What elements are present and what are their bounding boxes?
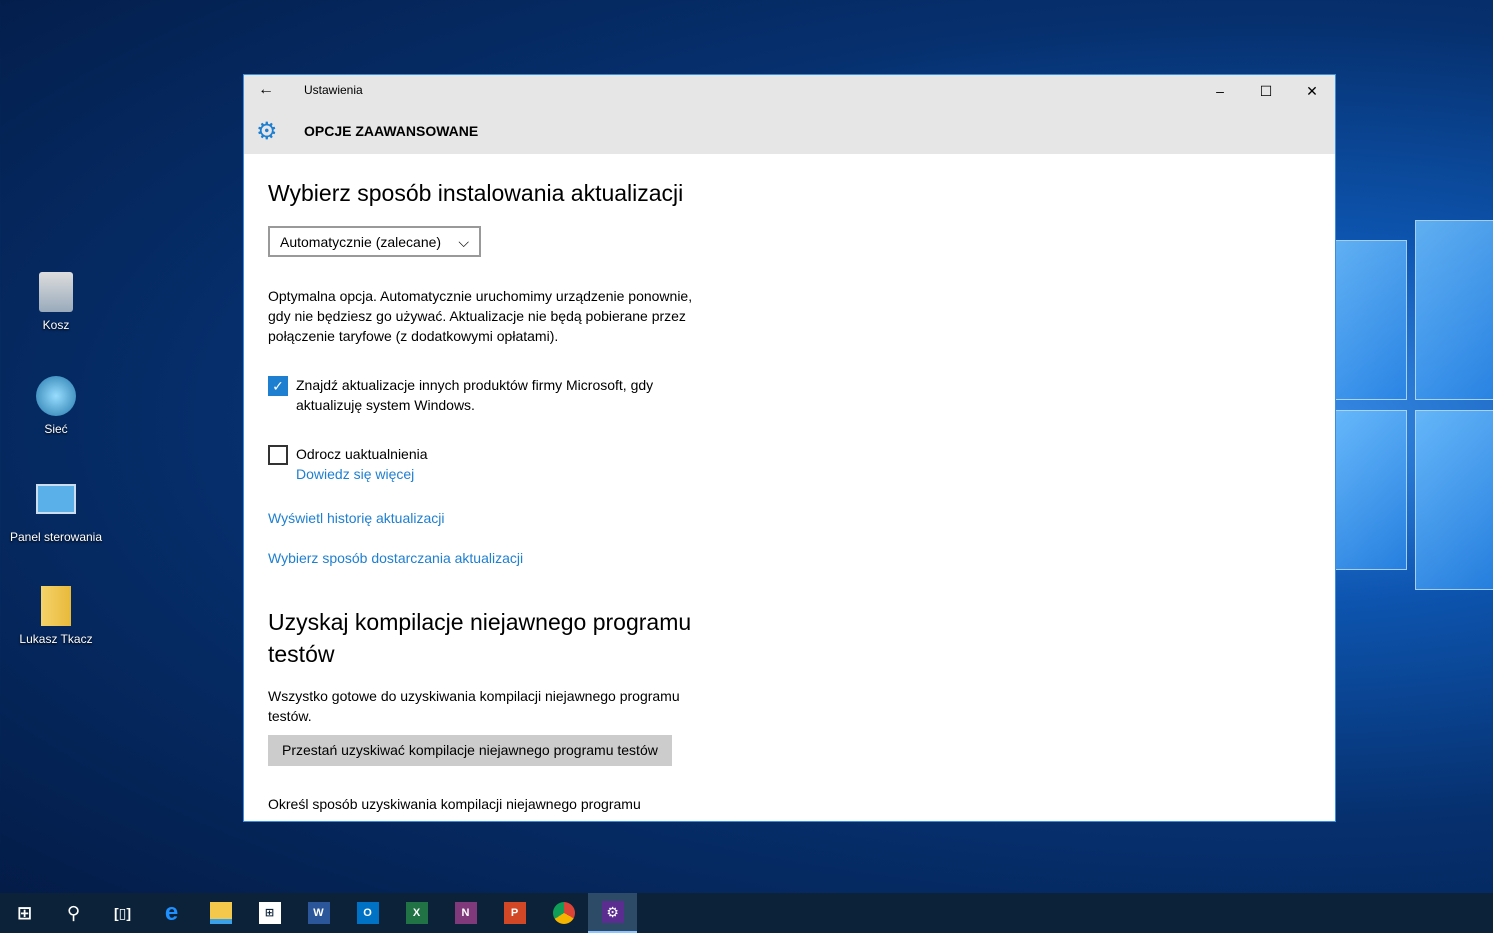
store-icon: ⊞ (258, 902, 281, 924)
desktop-icon-control-panel[interactable]: Panel sterowania (0, 484, 112, 544)
windows-logo-wallpaper (1335, 220, 1493, 600)
taskbar-store[interactable]: ⊞ (245, 893, 294, 933)
taskbar: ⊞ ⚲ [▯] e ⊞ W O X N P ⚙ (0, 893, 1493, 933)
user-folder-icon (41, 586, 71, 626)
desktop-icon-recycle-bin[interactable]: Kosz (0, 272, 112, 332)
stop-insider-button[interactable]: Przestań uzyskiwać kompilacje niejawnego… (268, 735, 672, 766)
install-method-dropdown[interactable]: Automatycznie (zalecane) ⌵ (268, 226, 481, 257)
control-panel-icon (36, 484, 76, 514)
defer-upgrades-checkbox[interactable]: Odrocz uaktualnienia Dowiedz się więcej (268, 444, 718, 484)
search-icon: ⚲ (66, 903, 81, 923)
taskbar-outlook[interactable]: O (343, 893, 392, 933)
insider-heading: Uzyskaj kompilacje niejawnego programu t… (268, 609, 692, 667)
recycle-bin-icon (39, 272, 73, 312)
checkbox-icon (268, 445, 288, 465)
delivery-method-link[interactable]: Wybierz sposób dostarczania aktualizacji (268, 548, 718, 568)
folder-icon (209, 902, 232, 924)
checkmark-icon: ✓ (268, 376, 288, 396)
task-view-icon: [▯] (113, 905, 132, 921)
excel-icon: X (405, 902, 428, 924)
edge-icon: e (164, 899, 179, 926)
taskbar-settings[interactable]: ⚙ (588, 893, 637, 933)
chevron-down-icon: ⌵ (458, 234, 469, 250)
insider-choose-text: Określ sposób uzyskiwania kompilacji nie… (268, 796, 641, 812)
powerpoint-icon: P (503, 902, 526, 924)
desktop-icon-user-folder[interactable]: Lukasz Tkacz (0, 586, 112, 646)
taskbar-onenote[interactable]: N (441, 893, 490, 933)
insider-status: Wszystko gotowe do uzyskiwania kompilacj… (268, 688, 680, 724)
network-icon (36, 376, 76, 416)
taskbar-file-explorer[interactable] (196, 893, 245, 933)
onenote-icon: N (454, 902, 477, 924)
windows-icon: ⊞ (16, 903, 33, 923)
taskbar-chrome[interactable] (539, 893, 588, 933)
taskbar-powerpoint[interactable]: P (490, 893, 539, 933)
desktop-icon-network[interactable]: Sieć (0, 376, 112, 436)
chrome-icon (552, 902, 575, 924)
task-view-button[interactable]: [▯] (98, 893, 147, 933)
learn-more-link[interactable]: Dowiedz się więcej (296, 464, 428, 484)
settings-window: ← Ustawienia – ☐ ✕ ⚙ OPCJE ZAAWANSOWANE … (243, 74, 1336, 822)
settings-content: Wybierz sposób instalowania aktualizacji… (244, 75, 1335, 821)
install-description: Optymalna opcja. Automatycznie uruchomim… (268, 288, 693, 344)
word-icon: W (307, 902, 330, 924)
taskbar-word[interactable]: W (294, 893, 343, 933)
microsoft-updates-checkbox[interactable]: ✓ Znajdź aktualizacje innych produktów fi… (268, 375, 718, 415)
search-button[interactable]: ⚲ (49, 893, 98, 933)
outlook-icon: O (356, 902, 379, 924)
taskbar-excel[interactable]: X (392, 893, 441, 933)
update-history-link[interactable]: Wyświetl historię aktualizacji (268, 508, 718, 528)
start-button[interactable]: ⊞ (0, 893, 49, 933)
install-heading: Wybierz sposób instalowania aktualizacji (268, 180, 684, 206)
gear-icon: ⚙ (601, 901, 624, 923)
taskbar-edge[interactable]: e (147, 893, 196, 933)
